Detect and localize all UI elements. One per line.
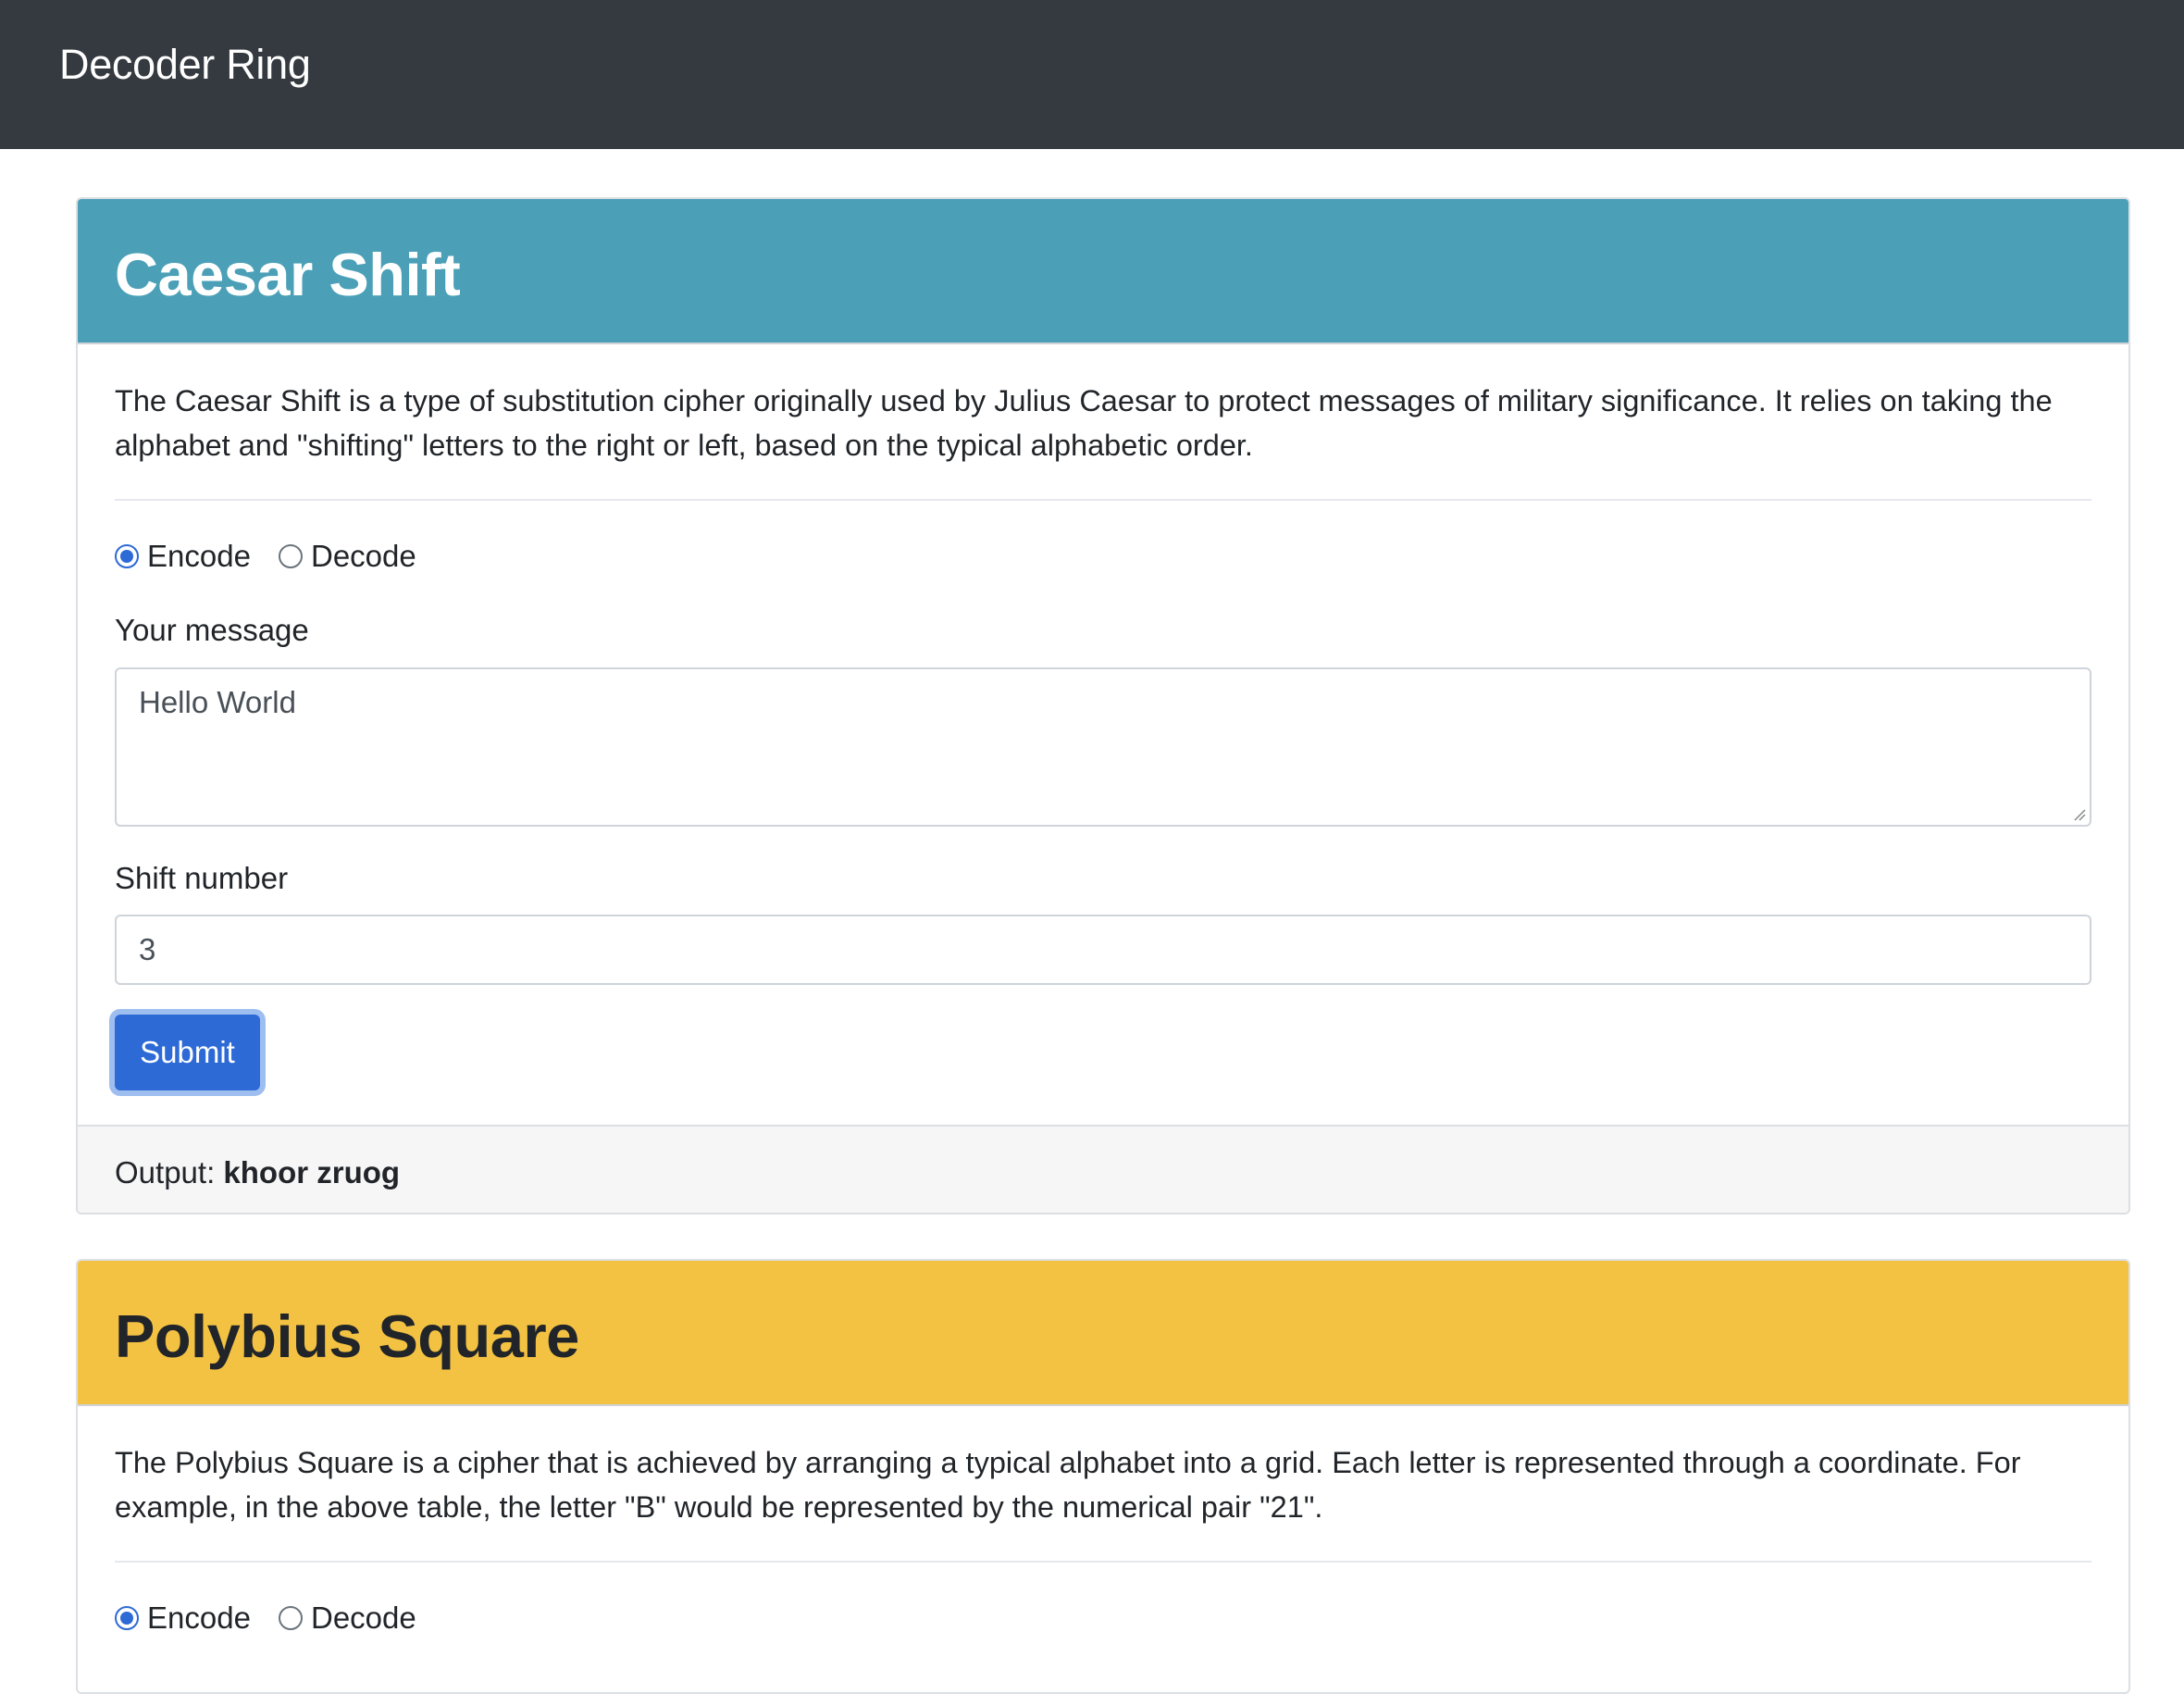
caesar-decode-label[interactable]: Decode <box>311 534 416 579</box>
output-label: Output: <box>115 1155 216 1190</box>
output-value: khoor zruog <box>223 1155 401 1190</box>
navbar: Decoder Ring <box>0 0 2184 149</box>
polybius-decode-label[interactable]: Decode <box>311 1596 416 1640</box>
caesar-output: Output: khoor zruog <box>115 1151 400 1195</box>
submit-button[interactable]: Submit <box>115 1015 260 1090</box>
shift-number-label: Shift number <box>115 861 289 895</box>
caesar-card-footer: Output: khoor zruog <box>78 1125 2128 1213</box>
caesar-description: The Caesar Shift is a type of substituti… <box>115 384 2053 462</box>
caesar-encode-label[interactable]: Encode <box>147 534 251 579</box>
caesar-encode-radio[interactable] <box>115 544 139 568</box>
polybius-card-title: Polybius Square <box>115 1302 579 1370</box>
caesar-divider <box>115 499 2091 501</box>
shift-number-input[interactable]: 3 <box>115 915 2091 985</box>
caesar-decode-radio[interactable] <box>279 544 303 568</box>
resize-handle-icon[interactable] <box>2073 808 2086 821</box>
message-label: Your message <box>115 613 309 647</box>
polybius-encode-radio[interactable] <box>115 1606 139 1630</box>
polybius-divider <box>115 1561 2091 1563</box>
polybius-description: The Polybius Square is a cipher that is … <box>115 1446 2021 1524</box>
shift-number-value: 3 <box>139 932 156 966</box>
polybius-card-header: Polybius Square <box>78 1261 2128 1406</box>
caesar-message-value: Hello World <box>139 685 296 719</box>
polybius-encode-label[interactable]: Encode <box>147 1596 251 1640</box>
polybius-decode-radio[interactable] <box>279 1606 303 1630</box>
app-brand[interactable]: Decoder Ring <box>59 40 311 90</box>
caesar-card-header: Caesar Shift <box>78 199 2128 344</box>
caesar-shift-card: Caesar Shift The Caesar Shift is a type … <box>76 197 2130 1214</box>
caesar-message-textarea[interactable]: Hello World <box>115 667 2091 827</box>
polybius-square-card: Polybius Square The Polybius Square is a… <box>76 1259 2130 1694</box>
caesar-card-title: Caesar Shift <box>115 241 461 308</box>
